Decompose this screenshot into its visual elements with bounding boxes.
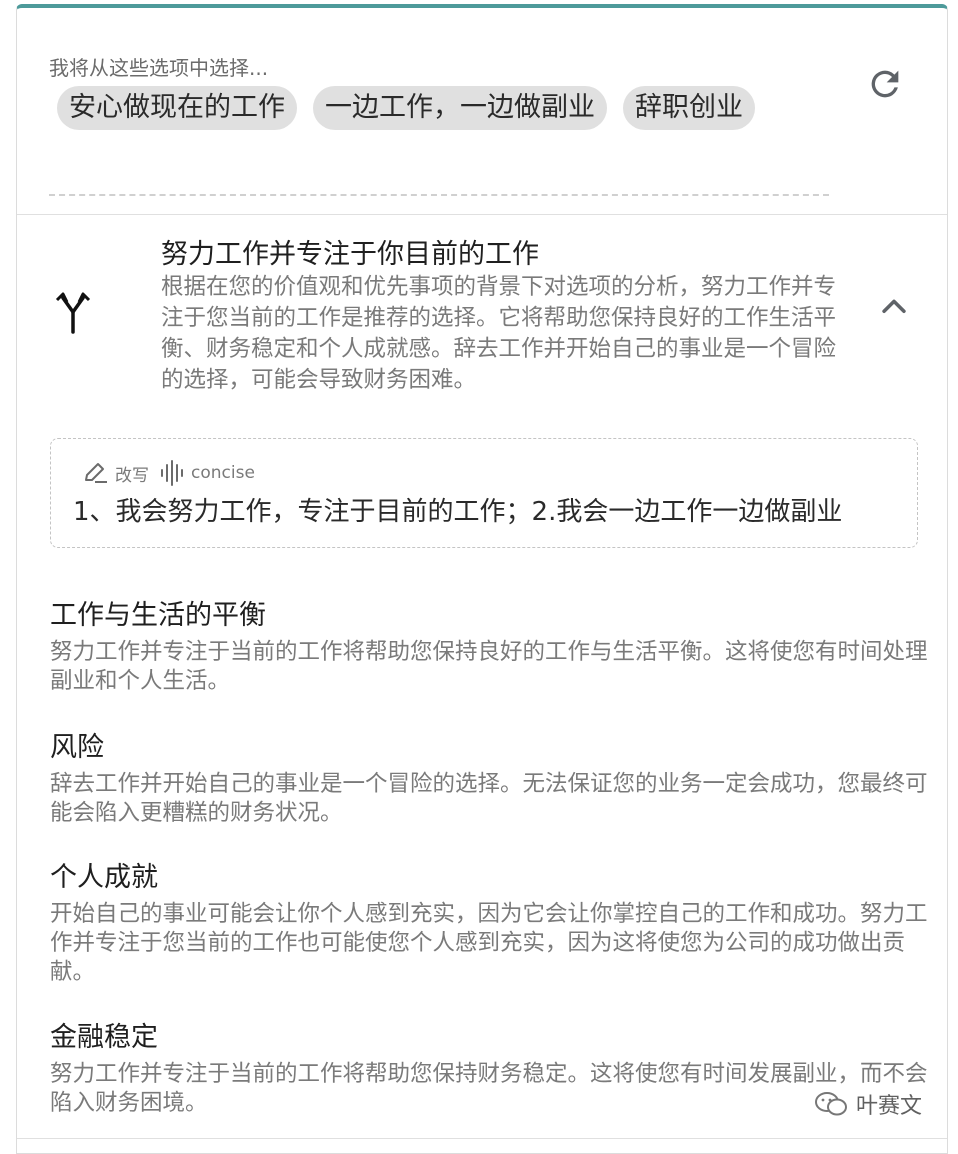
section-risk: 风险 辞去工作并开始自己的事业是一个冒险的选择。无法保证您的业务一定会成功，您最… (50, 728, 930, 828)
section-text: 辞去工作并开始自己的事业是一个冒险的选择。无法保证您的业务一定会成功，您最终可能… (50, 771, 928, 826)
rewrite-button[interactable]: 改写 (83, 461, 149, 486)
recommendation-description: 根据在您的价值观和优先事项的背景下对选项的分析，努力工作并专注于您当前的工作是推… (161, 274, 837, 393)
recommendation-title: 努力工作并专注于你目前的工作 (161, 239, 539, 270)
watermark: 叶赛文 (814, 1088, 922, 1120)
fork-icon (55, 292, 91, 334)
rewrite-label: 改写 (115, 465, 149, 486)
rewrite-box: 改写 concise 1、我会努力工作，专注于目前的工作；2.我会一边工作一边做… (50, 438, 918, 548)
options-label: 我将从这些选项中选择... (49, 56, 269, 80)
section-personal-fulfillment: 个人成就 开始自己的事业可能会让你个人感到充实，因为它会让你掌控自己的工作和成功… (50, 858, 930, 987)
section-text: 努力工作并专注于当前的工作将帮助您保持良好的工作与生活平衡。这将使您有时间处理副… (50, 639, 928, 694)
option-chips: 安心做现在的工作 一边工作，一边做副业 辞职创业 (57, 86, 755, 130)
option-chip-keep-job[interactable]: 安心做现在的工作 (57, 86, 297, 130)
section-title: 风险 (50, 732, 104, 763)
dashed-separator (49, 194, 829, 196)
chevron-up-icon[interactable] (877, 290, 911, 324)
option-chip-start-business[interactable]: 辞职创业 (623, 86, 755, 130)
pencil-icon (85, 463, 107, 483)
option-chip-side-job[interactable]: 一边工作，一边做副业 (313, 86, 607, 130)
section-text: 努力工作并专注于当前的工作将帮助您保持财务稳定。这将使您有时间发展副业，而不会陷… (50, 1061, 928, 1116)
wechat-icon (815, 1092, 847, 1116)
watermark-text: 叶赛文 (856, 1094, 923, 1119)
style-button[interactable]: concise (159, 459, 255, 487)
section-title: 金融稳定 (50, 1022, 158, 1053)
audio-wave-icon (161, 460, 183, 486)
section-title: 工作与生活的平衡 (50, 600, 266, 631)
section-text: 开始自己的事业可能会让你个人感到充实，因为它会让你掌控自己的工作和成功。努力工作… (50, 901, 928, 985)
section-title: 个人成就 (50, 862, 158, 893)
section-work-life-balance: 工作与生活的平衡 努力工作并专注于当前的工作将帮助您保持良好的工作与生活平衡。这… (50, 596, 930, 696)
decision-card: 我将从这些选项中选择... 安心做现在的工作 一边工作，一边做副业 辞职创业 努… (16, 4, 948, 1154)
section-divider (17, 214, 947, 215)
style-label: concise (191, 463, 255, 483)
refresh-icon[interactable] (865, 64, 905, 104)
section-financial-stability: 金融稳定 努力工作并专注于当前的工作将帮助您保持财务稳定。这将使您有时间发展副业… (50, 1018, 930, 1118)
bottom-divider (17, 1138, 947, 1139)
rewrite-text[interactable]: 1、我会努力工作，专注于目前的工作；2.我会一边工作一边做副业 (73, 491, 899, 528)
rewrite-toolbar: 改写 concise (83, 459, 265, 487)
